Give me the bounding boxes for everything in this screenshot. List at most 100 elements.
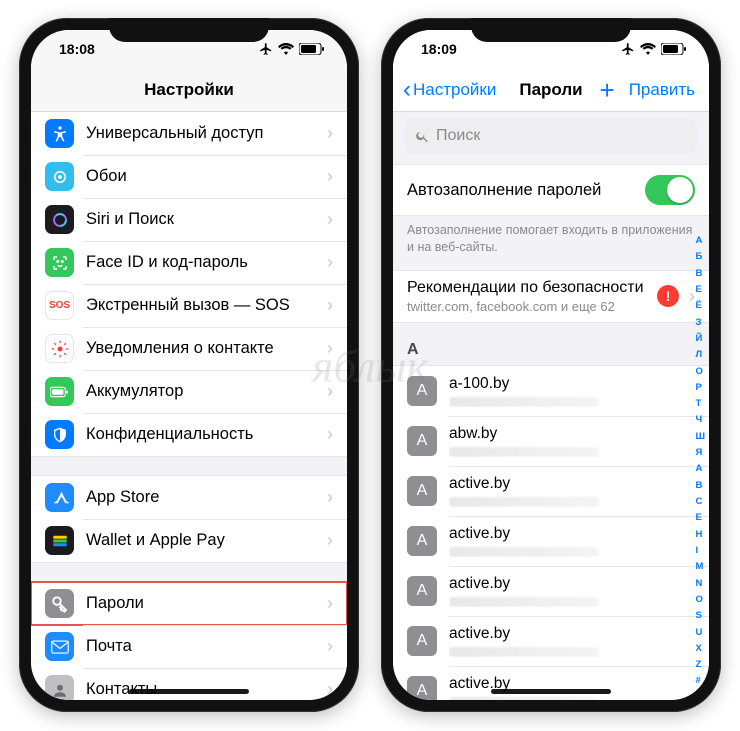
settings-row-wallpaper[interactable]: Обои› xyxy=(31,155,347,198)
faceid-icon xyxy=(45,248,74,277)
index-letter[interactable]: X xyxy=(695,644,705,654)
password-site: active.by xyxy=(449,475,695,493)
password-row[interactable]: Aactive.by xyxy=(393,516,709,566)
index-letter[interactable]: B xyxy=(695,481,705,491)
row-label: Универсальный доступ xyxy=(86,124,327,143)
index-letter[interactable]: Б xyxy=(695,252,705,262)
settings-row-privacy[interactable]: Конфиденциальность› xyxy=(31,413,347,456)
password-username-redacted xyxy=(449,447,599,457)
index-letter[interactable]: E xyxy=(695,513,705,523)
index-letter[interactable]: O xyxy=(695,595,705,605)
password-row[interactable]: Aactive.by xyxy=(393,466,709,516)
passwords-content[interactable]: Поиск Автозаполнение паролей Автозаполне… xyxy=(393,112,709,700)
index-letter[interactable]: S xyxy=(695,611,705,621)
settings-row-mail[interactable]: Почта› xyxy=(31,625,347,668)
phone-left: 18:08 Настройки Универсальный доступ›Обо… xyxy=(19,18,359,712)
password-row[interactable]: Aa-100.by xyxy=(393,366,709,416)
password-username-redacted xyxy=(449,647,599,657)
index-letter[interactable]: N xyxy=(695,579,705,589)
status-indicators xyxy=(621,42,687,56)
settings-list[interactable]: Универсальный доступ›Обои›Siri и Поиск›F… xyxy=(31,112,347,700)
index-letter[interactable]: Е xyxy=(695,285,705,295)
add-button[interactable]: + xyxy=(600,77,615,103)
site-icon: A xyxy=(407,476,437,506)
section-header: A xyxy=(393,323,709,365)
settings-row-appstore[interactable]: App Store› xyxy=(31,476,347,519)
settings-row-accessibility[interactable]: Универсальный доступ› xyxy=(31,112,347,155)
index-letter[interactable]: Й xyxy=(695,334,705,344)
index-letter[interactable]: З xyxy=(695,318,705,328)
chevron-right-icon: › xyxy=(327,295,333,316)
settings-row-faceid[interactable]: Face ID и код-пароль› xyxy=(31,241,347,284)
site-icon: A xyxy=(407,576,437,606)
settings-row-key[interactable]: Пароли› xyxy=(31,582,347,625)
edit-button[interactable]: Править xyxy=(629,80,695,100)
index-letter[interactable]: U xyxy=(695,628,705,638)
index-letter[interactable]: C xyxy=(695,497,705,507)
site-icon: A xyxy=(407,376,437,406)
row-label: App Store xyxy=(86,488,327,507)
chevron-right-icon: › xyxy=(327,424,333,445)
airplane-icon xyxy=(259,42,273,56)
index-letter[interactable]: Ш xyxy=(695,432,705,442)
settings-row-siri[interactable]: Siri и Поиск› xyxy=(31,198,347,241)
settings-row-battery[interactable]: Аккумулятор› xyxy=(31,370,347,413)
index-letter[interactable]: А xyxy=(695,236,705,246)
chevron-right-icon: › xyxy=(327,679,333,700)
nav-bar: Настройки xyxy=(31,68,347,112)
index-letter[interactable]: Ё xyxy=(695,301,705,311)
autofill-label: Автозаполнение паролей xyxy=(407,181,645,200)
alphabet-index[interactable]: АБВЕЁЗЙЛОРТЧШЯABCEHIMNOSUXZ # xyxy=(693,232,707,690)
settings-row-contacts[interactable]: Контакты› xyxy=(31,668,347,700)
exposure-icon xyxy=(45,334,74,363)
battery-icon xyxy=(299,43,325,55)
privacy-icon xyxy=(45,420,74,449)
row-label: Конфиденциальность xyxy=(86,425,327,444)
site-icon: A xyxy=(407,676,437,700)
index-letter[interactable]: Ч xyxy=(695,415,705,425)
index-letter[interactable]: В xyxy=(695,269,705,279)
home-indicator xyxy=(491,689,611,694)
nav-back-button[interactable]: ‹ Настройки xyxy=(403,68,496,111)
autofill-row[interactable]: Автозаполнение паролей xyxy=(393,164,709,216)
index-letter[interactable]: A xyxy=(695,464,705,474)
row-label: Обои xyxy=(86,167,327,186)
index-letter[interactable]: Я xyxy=(695,448,705,458)
warning-badge-icon: ! xyxy=(657,285,679,307)
index-letter[interactable]: Р xyxy=(695,383,705,393)
autofill-footnote: Автозаполнение помогает входить в прилож… xyxy=(393,216,709,270)
site-icon: A xyxy=(407,526,437,556)
chevron-right-icon: › xyxy=(327,381,333,402)
settings-row-sos[interactable]: SOSЭкстренный вызов — SOS› xyxy=(31,284,347,327)
password-row[interactable]: Aactive.by xyxy=(393,616,709,666)
index-letter[interactable]: M xyxy=(695,562,705,572)
index-letter[interactable]: H xyxy=(695,530,705,540)
search-input[interactable]: Поиск xyxy=(405,118,697,154)
chevron-right-icon: › xyxy=(327,166,333,187)
index-letter[interactable]: Z xyxy=(695,660,705,670)
index-letter[interactable]: Л xyxy=(695,350,705,360)
index-letter[interactable]: О xyxy=(695,367,705,377)
row-label: Пароли xyxy=(86,594,327,613)
row-label: Уведомления о контакте xyxy=(86,339,327,358)
password-row[interactable]: Aactive.by xyxy=(393,666,709,700)
password-list: Aa-100.byAabw.byAactive.byAactive.byAact… xyxy=(393,365,709,700)
status-time: 18:08 xyxy=(59,41,95,57)
password-row[interactable]: Aabw.by xyxy=(393,416,709,466)
index-letter[interactable]: # xyxy=(695,676,705,686)
index-letter[interactable]: Т xyxy=(695,399,705,409)
wallpaper-icon xyxy=(45,162,74,191)
status-indicators xyxy=(259,42,325,56)
chevron-right-icon: › xyxy=(327,252,333,273)
security-recommendations-row[interactable]: Рекомендации по безопасности twitter.com… xyxy=(393,270,709,323)
chevron-right-icon: › xyxy=(327,593,333,614)
site-icon: A xyxy=(407,626,437,656)
row-label: Wallet и Apple Pay xyxy=(86,531,327,550)
row-label: Face ID и код-пароль xyxy=(86,253,327,272)
settings-row-wallet[interactable]: Wallet и Apple Pay› xyxy=(31,519,347,562)
password-row[interactable]: Aactive.by xyxy=(393,566,709,616)
index-letter[interactable]: I xyxy=(695,546,705,556)
search-placeholder: Поиск xyxy=(436,127,480,145)
settings-row-exposure[interactable]: Уведомления о контакте› xyxy=(31,327,347,370)
autofill-switch[interactable] xyxy=(645,175,695,205)
